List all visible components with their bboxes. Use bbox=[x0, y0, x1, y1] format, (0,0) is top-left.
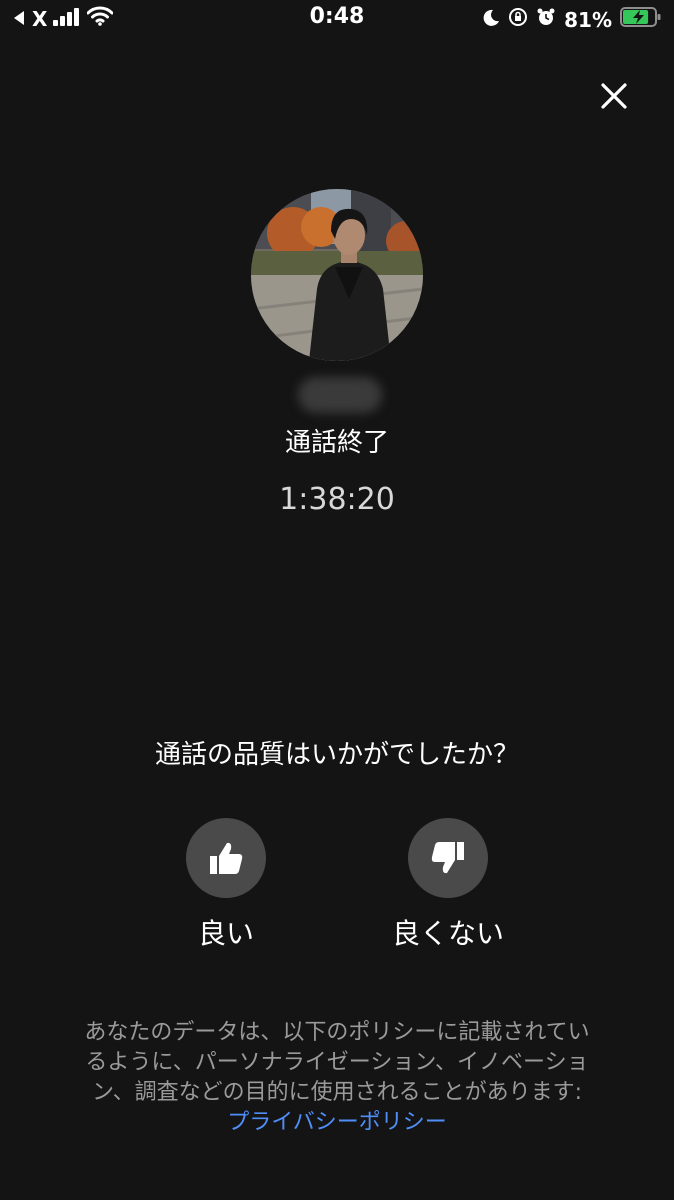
close-icon bbox=[601, 83, 627, 109]
alarm-icon bbox=[536, 7, 556, 32]
battery-percent: 81% bbox=[564, 7, 612, 32]
call-status: 通話終了 bbox=[284, 428, 389, 458]
disclaimer-text: あなたのデータは、以下のポリシーに記載されているように、パーソナライゼーション、… bbox=[84, 1020, 590, 1105]
status-bar: X 0:48 81% bbox=[0, 0, 674, 38]
close-button[interactable] bbox=[590, 72, 638, 120]
rate-good-button[interactable]: 良い bbox=[146, 818, 306, 952]
rate-good-label: 良い bbox=[197, 917, 254, 950]
thumbs-up-icon bbox=[210, 842, 243, 874]
rate-bad-circle[interactable] bbox=[408, 818, 488, 898]
battery-charging-icon bbox=[620, 6, 662, 33]
rate-bad-label: 良くない bbox=[391, 917, 504, 950]
contact-name-redacted bbox=[298, 377, 382, 413]
privacy-policy-link[interactable]: プライバシーポリシー bbox=[74, 1108, 600, 1138]
thumbs-down-icon bbox=[431, 842, 464, 874]
privacy-disclaimer: あなたのデータは、以下のポリシーに記載されているように、パーソナライゼーション、… bbox=[74, 1018, 600, 1138]
rate-good-circle[interactable] bbox=[186, 818, 266, 898]
avatar bbox=[251, 189, 423, 361]
orientation-lock-icon bbox=[508, 7, 528, 32]
moon-icon bbox=[482, 8, 500, 32]
rating-question: 通話の品質はいかがでしたか？ bbox=[154, 740, 519, 770]
call-duration: 1:38:20 bbox=[279, 482, 395, 517]
rate-bad-button[interactable]: 良くない bbox=[368, 818, 528, 952]
status-bar-right: 81% bbox=[482, 6, 662, 33]
